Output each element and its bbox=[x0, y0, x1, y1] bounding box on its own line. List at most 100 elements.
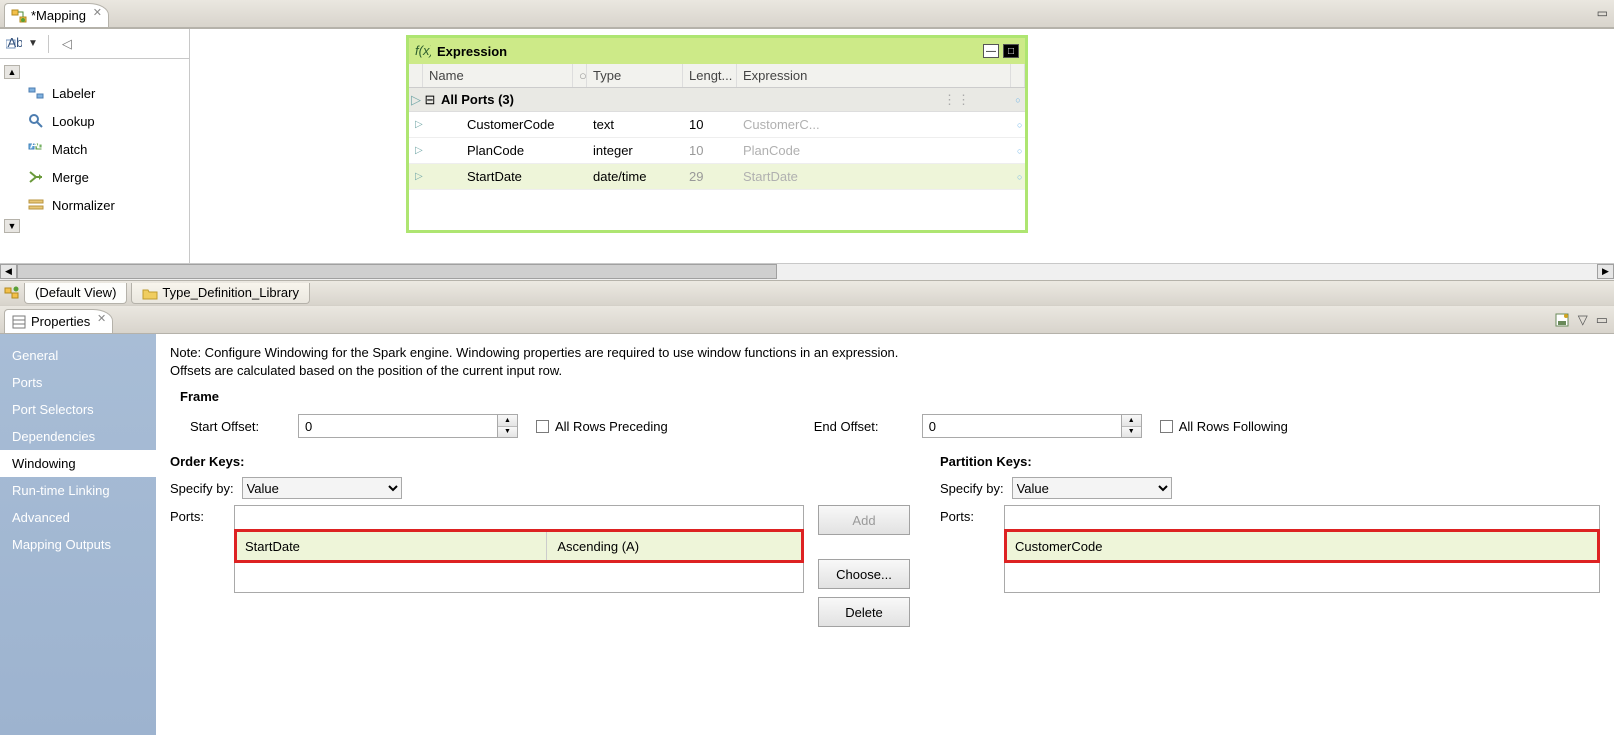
scrollbar-thumb[interactable] bbox=[17, 264, 777, 279]
canvas-horizontal-scrollbar[interactable]: ◀ ▶ bbox=[0, 263, 1614, 280]
pin-save-icon[interactable] bbox=[1554, 312, 1570, 328]
all-rows-following-checkbox[interactable]: All Rows Following bbox=[1160, 419, 1288, 434]
close-icon[interactable]: ✕ bbox=[93, 6, 102, 19]
spin-down-icon[interactable]: ▼ bbox=[1122, 427, 1141, 438]
start-offset-spinner[interactable]: ▲▼ bbox=[298, 414, 518, 438]
table-row[interactable] bbox=[235, 562, 803, 592]
order-keys-table[interactable]: StartDate Ascending (A) bbox=[234, 505, 804, 593]
expression-transformation[interactable]: f(x) Expression — □ Name ○ Type Lengt...… bbox=[406, 35, 1028, 233]
spin-up-icon[interactable]: ▲ bbox=[1122, 415, 1141, 427]
properties-tabstrip: Properties ✕ ▽ ▭ bbox=[0, 306, 1614, 334]
properties-sidebar: GeneralPortsPort SelectorsDependenciesWi… bbox=[0, 334, 156, 735]
output-link-icon: ○ bbox=[1011, 95, 1025, 105]
port-name: CustomerCode bbox=[437, 117, 587, 132]
order-key-row[interactable]: StartDate Ascending (A) bbox=[235, 530, 803, 562]
minimize-icon[interactable]: — bbox=[983, 44, 999, 58]
collapse-icon[interactable]: ⊟ bbox=[423, 92, 437, 108]
props-side-item-advanced[interactable]: Advanced bbox=[0, 504, 156, 531]
port-row[interactable]: ▷PlanCodeinteger10PlanCode○ bbox=[409, 138, 1025, 164]
order-key-direction: Ascending (A) bbox=[547, 530, 803, 562]
spin-up-icon[interactable]: ▲ bbox=[498, 415, 517, 427]
partition-specify-by-select[interactable]: Value bbox=[1012, 477, 1172, 499]
type-definition-library-tab[interactable]: Type_Definition_Library bbox=[131, 283, 310, 304]
col-length[interactable]: Lengt... bbox=[683, 64, 737, 87]
end-offset-label: End Offset: bbox=[814, 419, 904, 434]
props-side-item-general[interactable]: General bbox=[0, 342, 156, 369]
scroll-left-icon[interactable]: ◀ bbox=[0, 264, 17, 279]
port-type: integer bbox=[587, 143, 683, 158]
palette-item-lookup[interactable]: Lookup bbox=[0, 107, 189, 135]
minimize-restore-icon[interactable]: ▭ bbox=[1597, 6, 1608, 20]
editor-footer-tabs: (Default View) Type_Definition_Library bbox=[0, 280, 1614, 305]
palette-scroll-down[interactable]: ▼ bbox=[4, 219, 20, 233]
minimize-restore-icon[interactable]: ▭ bbox=[1596, 312, 1608, 328]
palette-item-labeler[interactable]: Labeler bbox=[0, 79, 189, 107]
start-offset-label: Start Offset: bbox=[190, 419, 280, 434]
scroll-right-icon[interactable]: ▶ bbox=[1597, 264, 1614, 279]
props-side-item-ports[interactable]: Ports bbox=[0, 369, 156, 396]
palette-item-label: Match bbox=[52, 142, 87, 157]
end-offset-input[interactable] bbox=[922, 414, 1122, 438]
order-specify-by-select[interactable]: Value bbox=[242, 477, 402, 499]
default-view-tab[interactable]: (Default View) bbox=[24, 283, 127, 304]
all-ports-group[interactable]: ▷ ⊟ All Ports (3) ⋮⋮ ○ bbox=[409, 88, 1025, 112]
view-menu-icon[interactable]: ▽ bbox=[1578, 312, 1588, 328]
properties-tab[interactable]: Properties ✕ bbox=[4, 309, 113, 333]
props-side-item-mapping-outputs[interactable]: Mapping Outputs bbox=[0, 531, 156, 558]
props-side-item-dependencies[interactable]: Dependencies bbox=[0, 423, 156, 450]
drag-grip-icon[interactable]: ⋮⋮ bbox=[943, 92, 971, 108]
mapping-canvas[interactable]: f(x) Expression — □ Name ○ Type Lengt...… bbox=[190, 29, 1614, 263]
props-side-item-port-selectors[interactable]: Port Selectors bbox=[0, 396, 156, 423]
port-name: PlanCode bbox=[437, 143, 587, 158]
transformations-palette: Ab ▼ ◁ ▲ Labeler Lookup bbox=[0, 29, 190, 263]
rename-tool-icon[interactable]: Ab bbox=[6, 36, 22, 52]
ports-label: Ports: bbox=[940, 505, 998, 524]
palette-item-merge[interactable]: Merge bbox=[0, 163, 189, 191]
delete-button[interactable]: Delete bbox=[818, 597, 910, 627]
partition-key-row[interactable]: CustomerCode bbox=[1005, 530, 1599, 562]
footer-tab-label: (Default View) bbox=[35, 285, 116, 300]
frame-group-label: Frame bbox=[180, 389, 1600, 404]
port-row[interactable]: ▷StartDatedate/time29StartDate○ bbox=[409, 164, 1025, 190]
start-offset-input[interactable] bbox=[298, 414, 498, 438]
output-link-icon: ○ bbox=[1011, 172, 1025, 182]
checkbox-label: All Rows Following bbox=[1179, 419, 1288, 434]
palette-scroll-up[interactable]: ▲ bbox=[4, 65, 20, 79]
views-icon[interactable] bbox=[4, 285, 20, 301]
col-expression[interactable]: Expression bbox=[737, 64, 1011, 87]
mapping-tab-label: *Mapping bbox=[31, 8, 86, 23]
output-link-icon: ○ bbox=[1011, 146, 1025, 156]
nav-back-icon[interactable]: ◁ bbox=[59, 36, 75, 52]
port-row[interactable]: ▷CustomerCodetext10CustomerC...○ bbox=[409, 112, 1025, 138]
palette-item-normalizer[interactable]: Normalizer bbox=[0, 191, 189, 219]
labeler-icon bbox=[28, 85, 44, 101]
key-indicator-icon: ○ bbox=[573, 64, 587, 87]
port-length: 29 bbox=[683, 169, 737, 184]
choose-button[interactable]: Choose... bbox=[818, 559, 910, 589]
port-type: text bbox=[587, 117, 683, 132]
port-name: StartDate bbox=[437, 169, 587, 184]
partition-keys-table[interactable]: CustomerCode bbox=[1004, 505, 1600, 593]
expression-titlebar[interactable]: f(x) Expression — □ bbox=[409, 38, 1025, 64]
editor-tabstrip: *Mapping ✕ ▭ bbox=[0, 0, 1614, 28]
palette-dropdown-icon[interactable]: ▼ bbox=[28, 38, 38, 49]
maximize-icon[interactable]: □ bbox=[1003, 44, 1019, 58]
end-offset-spinner[interactable]: ▲▼ bbox=[922, 414, 1142, 438]
ports-label: Ports: bbox=[170, 505, 228, 524]
output-link-icon: ○ bbox=[1011, 120, 1025, 130]
svg-text:Ab: Ab bbox=[8, 37, 23, 50]
table-row[interactable] bbox=[1005, 562, 1599, 592]
spin-down-icon[interactable]: ▼ bbox=[498, 427, 517, 438]
close-icon[interactable]: ✕ bbox=[97, 312, 106, 325]
col-name[interactable]: Name bbox=[423, 64, 573, 87]
mapping-tab[interactable]: *Mapping ✕ bbox=[4, 3, 109, 27]
fx-icon: f(x) bbox=[415, 43, 431, 59]
add-button[interactable]: Add bbox=[818, 505, 910, 535]
props-side-item-run-time-linking[interactable]: Run-time Linking bbox=[0, 477, 156, 504]
props-side-item-windowing[interactable]: Windowing bbox=[0, 450, 156, 477]
input-link-icon: ▷ bbox=[409, 171, 423, 182]
col-type[interactable]: Type bbox=[587, 64, 683, 87]
all-rows-preceding-checkbox[interactable]: All Rows Preceding bbox=[536, 419, 668, 434]
palette-item-match[interactable]: AB Match bbox=[0, 135, 189, 163]
port-length: 10 bbox=[683, 117, 737, 132]
